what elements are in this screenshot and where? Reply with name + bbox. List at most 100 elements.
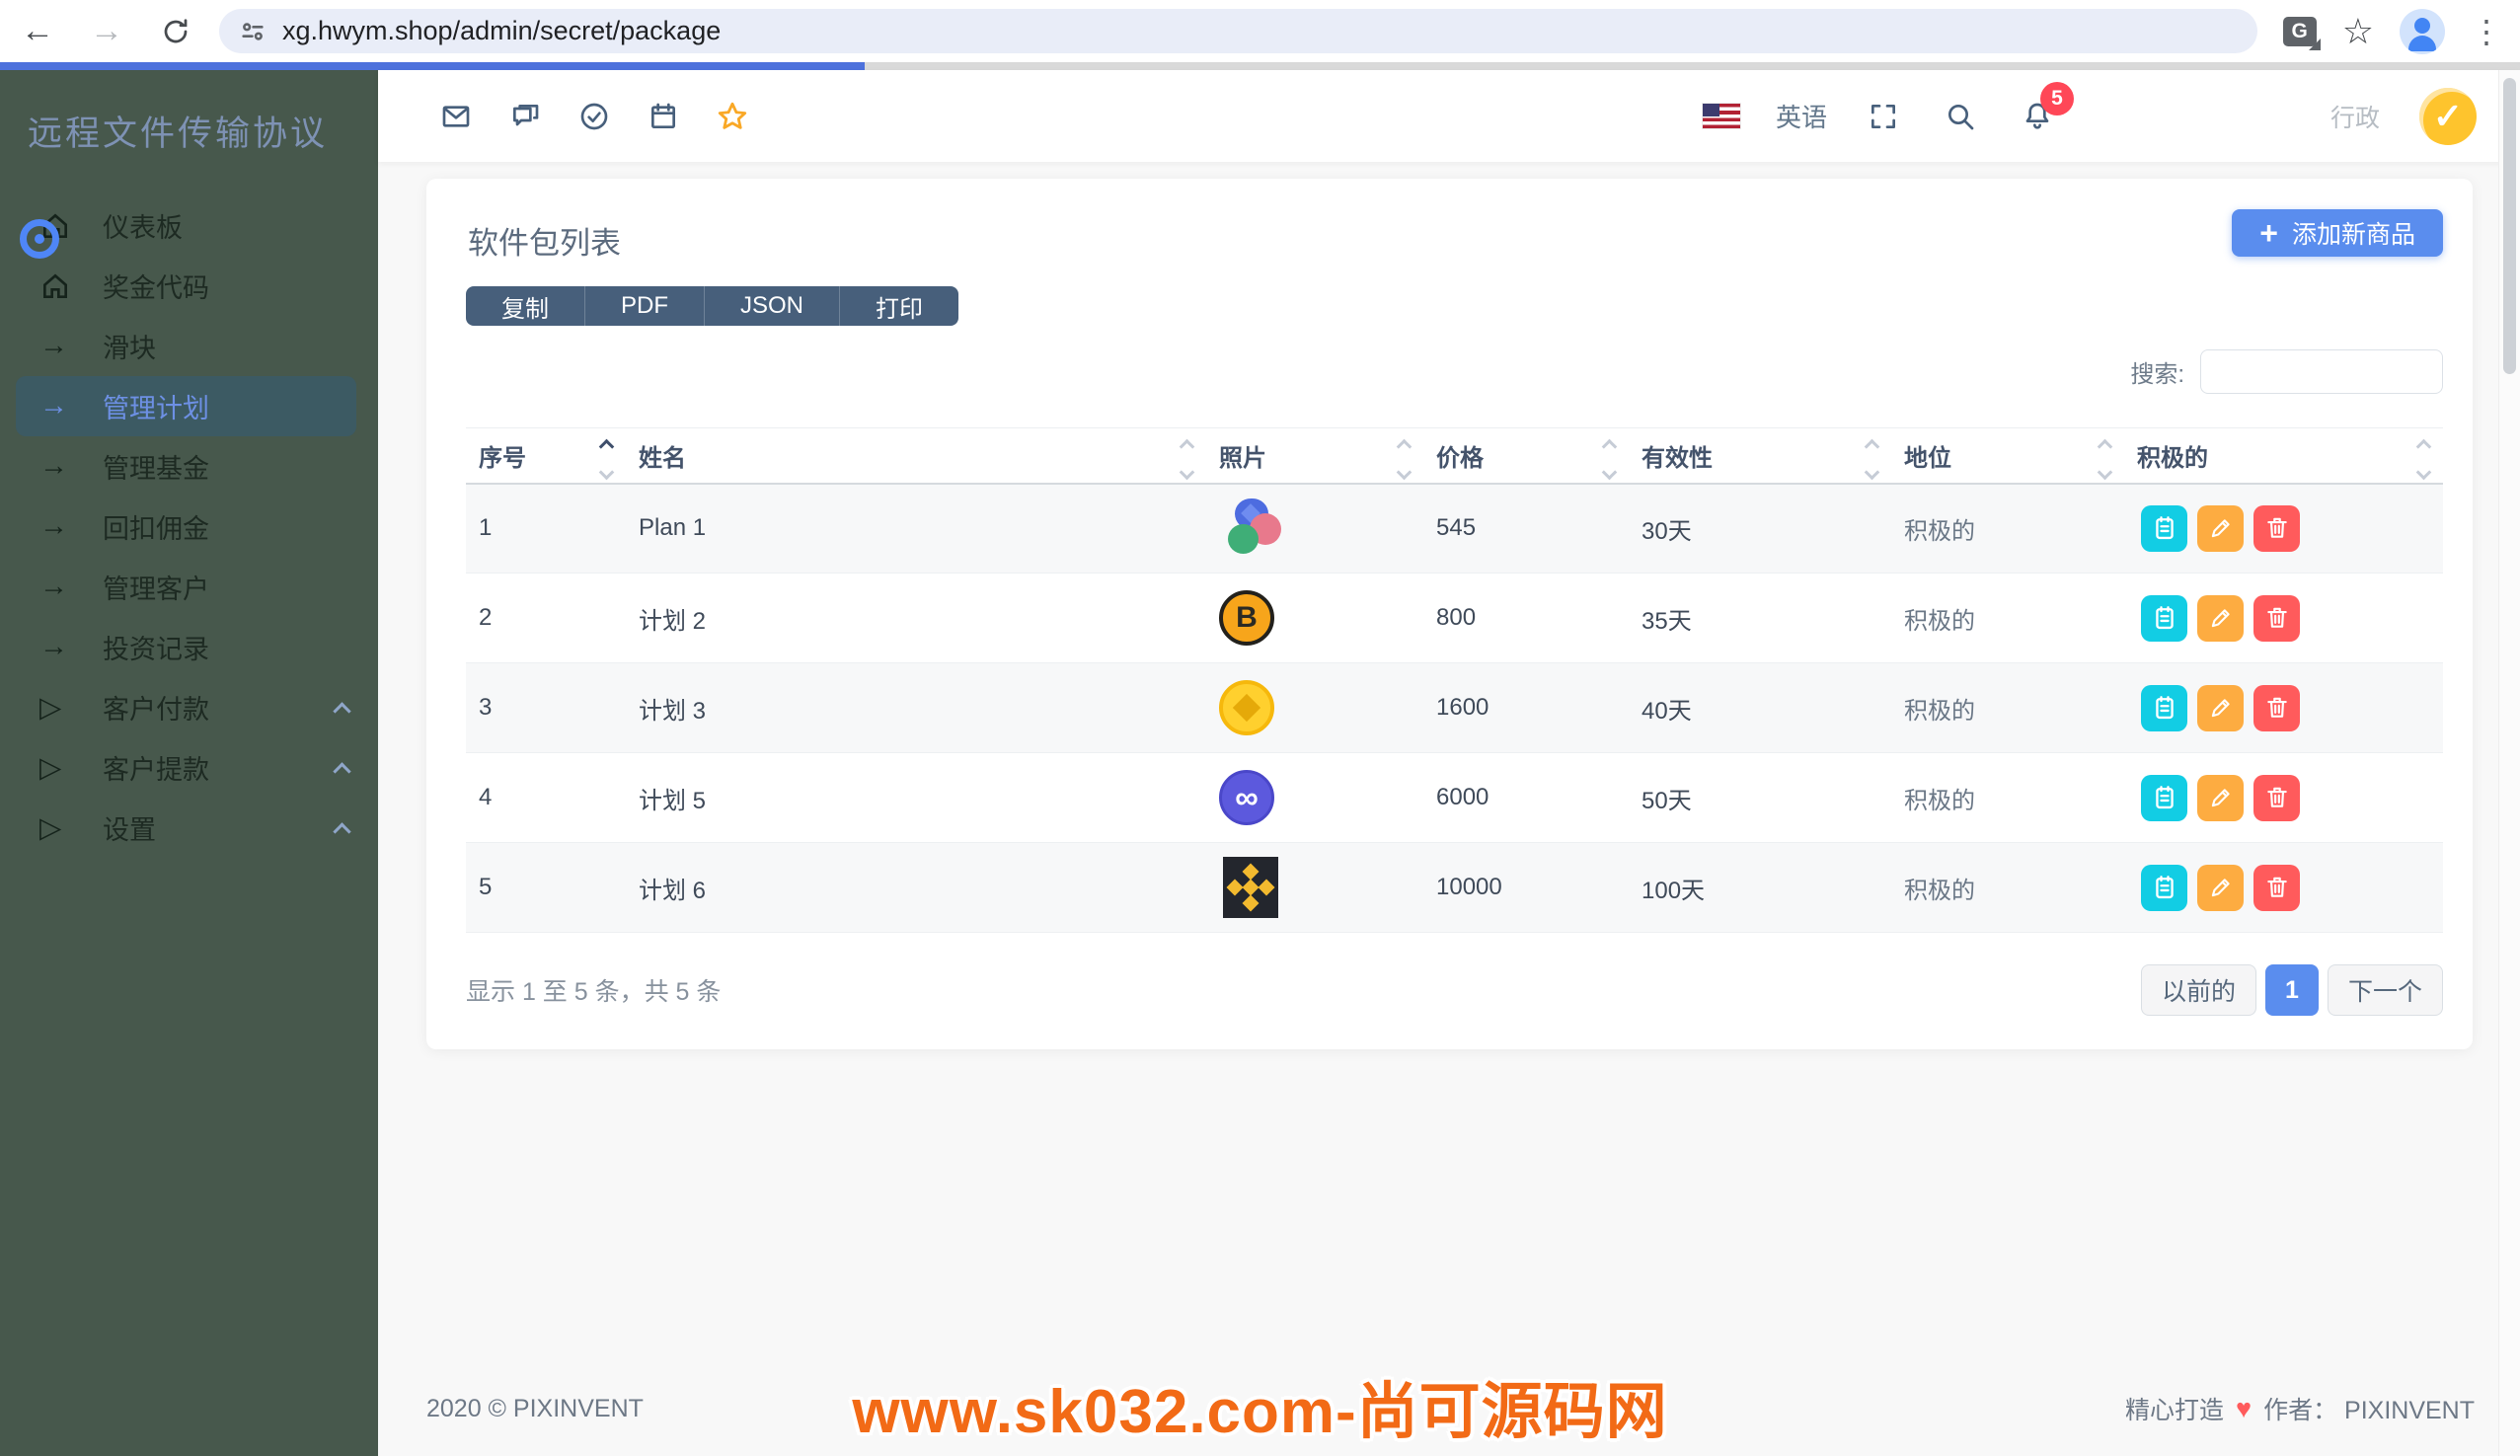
cell-no: 2 bbox=[466, 574, 626, 663]
sidebar-item-settings[interactable]: ▷ 设置 bbox=[0, 798, 378, 858]
check-circle-icon[interactable] bbox=[573, 96, 615, 137]
address-bar[interactable]: xg.hwym.shop/admin/secret/package bbox=[219, 9, 2257, 53]
table-info: 显示 1 至 5 条，共 5 条 bbox=[466, 972, 721, 1008]
trash-button[interactable] bbox=[2253, 865, 2300, 911]
cell-no: 1 bbox=[466, 484, 626, 574]
sort-icons[interactable] bbox=[1182, 441, 1192, 478]
sidebar-item-rebate-commission[interactable]: → 回扣佣金 bbox=[0, 497, 378, 557]
sort-icons[interactable] bbox=[601, 441, 612, 478]
copy-button[interactable]: 复制 bbox=[466, 286, 584, 326]
package-list-card: 软件包列表 复制 PDF JSON 打印 + 添加新商品 搜索: bbox=[426, 179, 2473, 1049]
clipboard-button[interactable] bbox=[2141, 775, 2187, 821]
col-header-photo[interactable]: 照片 bbox=[1206, 428, 1423, 484]
bell-icon[interactable]: 5 bbox=[2017, 96, 2058, 137]
cell-status: 积极的 bbox=[1891, 663, 2124, 753]
avatar[interactable]: ✓ bbox=[2419, 88, 2477, 145]
sort-icons[interactable] bbox=[1399, 441, 1410, 478]
clipboard-button[interactable] bbox=[2141, 595, 2187, 642]
table-footer: 显示 1 至 5 条，共 5 条 以前的 1 下一个 bbox=[466, 964, 2443, 1016]
clipboard-button[interactable] bbox=[2141, 685, 2187, 731]
col-header-validity[interactable]: 有效性 bbox=[1629, 428, 1891, 484]
sidebar-item-investment-records[interactable]: → 投资记录 bbox=[0, 617, 378, 677]
fullscreen-icon[interactable] bbox=[1863, 96, 1904, 137]
sidebar-item-label: 滑块 bbox=[103, 327, 156, 365]
trash-button[interactable] bbox=[2253, 595, 2300, 642]
sort-icons[interactable] bbox=[1604, 441, 1615, 478]
json-button[interactable]: JSON bbox=[704, 286, 839, 326]
back-icon[interactable]: ← bbox=[18, 12, 57, 51]
chevron-up-icon bbox=[333, 822, 350, 840]
translate-icon[interactable]: G bbox=[2283, 17, 2317, 46]
sidebar-item-bonus-code[interactable]: 奖金代码 bbox=[0, 256, 378, 316]
chat-icon[interactable] bbox=[504, 96, 546, 137]
refresh-icon[interactable] bbox=[156, 12, 195, 51]
sidebar-item-slider[interactable]: → 滑块 bbox=[0, 316, 378, 376]
us-flag-icon[interactable] bbox=[1703, 104, 1740, 128]
sidebar-item-manage-customers[interactable]: → 管理客户 bbox=[0, 557, 378, 617]
cell-validity: 100天 bbox=[1629, 843, 1891, 933]
row-actions bbox=[2137, 685, 2443, 731]
bookmark-star-icon[interactable]: ☆ bbox=[2342, 11, 2374, 52]
sidebar-item-customer-payments[interactable]: ▷ 客户付款 bbox=[0, 677, 378, 737]
sidebar-item-manage-funds[interactable]: → 管理基金 bbox=[0, 436, 378, 497]
previous-page-button[interactable]: 以前的 bbox=[2141, 964, 2256, 1016]
trash-button[interactable] bbox=[2253, 685, 2300, 731]
sidebar-item-manage-plans[interactable]: → 管理计划 bbox=[16, 376, 356, 436]
table-row: 5 计划 6 10000 100天 积极的 bbox=[466, 843, 2443, 933]
language-label[interactable]: 英语 bbox=[1776, 98, 1827, 134]
sidebar-item-label: 客户付款 bbox=[103, 688, 209, 727]
print-button[interactable]: 打印 bbox=[839, 286, 958, 326]
pdf-button[interactable]: PDF bbox=[584, 286, 704, 326]
sidebar-item-customer-withdrawals[interactable]: ▷ 客户提款 bbox=[0, 737, 378, 798]
pencil-button[interactable] bbox=[2197, 505, 2244, 552]
navbar-right: 英语 5 行政 ✓ bbox=[1703, 88, 2477, 145]
col-header-active[interactable]: 积极的 bbox=[2124, 428, 2443, 484]
next-page-button[interactable]: 下一个 bbox=[2328, 964, 2443, 1016]
sort-icons[interactable] bbox=[1867, 441, 1877, 478]
mail-icon[interactable] bbox=[435, 96, 477, 137]
search-input[interactable] bbox=[2200, 349, 2443, 394]
clipboard-button[interactable] bbox=[2141, 865, 2187, 911]
pencil-button[interactable] bbox=[2197, 775, 2244, 821]
calendar-icon[interactable] bbox=[643, 96, 684, 137]
pencil-button[interactable] bbox=[2197, 685, 2244, 731]
page-1-button[interactable]: 1 bbox=[2265, 964, 2319, 1016]
col-header-name[interactable]: 姓名 bbox=[626, 428, 1206, 484]
ethereum-coin-icon bbox=[1219, 680, 1274, 735]
col-header-no[interactable]: 序号 bbox=[466, 428, 626, 484]
star-icon[interactable] bbox=[712, 96, 753, 137]
search-icon[interactable] bbox=[1940, 96, 1981, 137]
sidebar-item-label: 设置 bbox=[103, 808, 156, 847]
arrow-right-icon: → bbox=[39, 571, 81, 603]
url-text[interactable]: xg.hwym.shop/admin/secret/package bbox=[282, 16, 721, 46]
record-indicator-icon bbox=[20, 219, 59, 259]
col-header-status[interactable]: 地位 bbox=[1891, 428, 2124, 484]
kebab-menu-icon[interactable]: ⋮ bbox=[2471, 13, 2502, 50]
profile-icon[interactable] bbox=[2400, 9, 2445, 54]
sidebar-item-label: 投资记录 bbox=[103, 628, 209, 666]
scrollbar-track[interactable] bbox=[2498, 70, 2520, 1456]
table-row: 4 计划 5 ∞ 6000 50天 积极的 bbox=[466, 753, 2443, 843]
browser-toolbar: ← → xg.hwym.shop/admin/secret/package G … bbox=[0, 0, 2520, 62]
pencil-button[interactable] bbox=[2197, 595, 2244, 642]
pencil-button[interactable] bbox=[2197, 865, 2244, 911]
sidebar-item-dashboard[interactable]: 仪表板 bbox=[0, 195, 378, 256]
watermark-text: www.sk032.com-尚可源码网 bbox=[852, 1361, 1667, 1450]
clipboard-button[interactable] bbox=[2141, 505, 2187, 552]
sidebar-item-label: 奖金代码 bbox=[103, 267, 209, 305]
site-settings-icon[interactable] bbox=[239, 18, 267, 45]
trash-button[interactable] bbox=[2253, 775, 2300, 821]
table-row: 1 Plan 1 545 30天 积极的 bbox=[466, 484, 2443, 574]
row-actions bbox=[2137, 595, 2443, 642]
sort-icons[interactable] bbox=[2418, 441, 2429, 478]
sort-icons[interactable] bbox=[2100, 441, 2110, 478]
scrollbar-thumb[interactable] bbox=[2503, 78, 2516, 374]
chevron-up-icon bbox=[333, 702, 350, 720]
arrow-right-icon: → bbox=[39, 450, 81, 483]
forward-icon[interactable]: → bbox=[87, 12, 126, 51]
trash-button[interactable] bbox=[2253, 505, 2300, 552]
col-header-price[interactable]: 价格 bbox=[1423, 428, 1629, 484]
browser-right-controls: G ☆ ⋮ bbox=[2283, 9, 2502, 54]
table-header-row: 序号 姓名 照片 价格 有效性 地位 积极的 bbox=[466, 428, 2443, 484]
add-new-product-button[interactable]: + 添加新商品 bbox=[2232, 209, 2443, 257]
